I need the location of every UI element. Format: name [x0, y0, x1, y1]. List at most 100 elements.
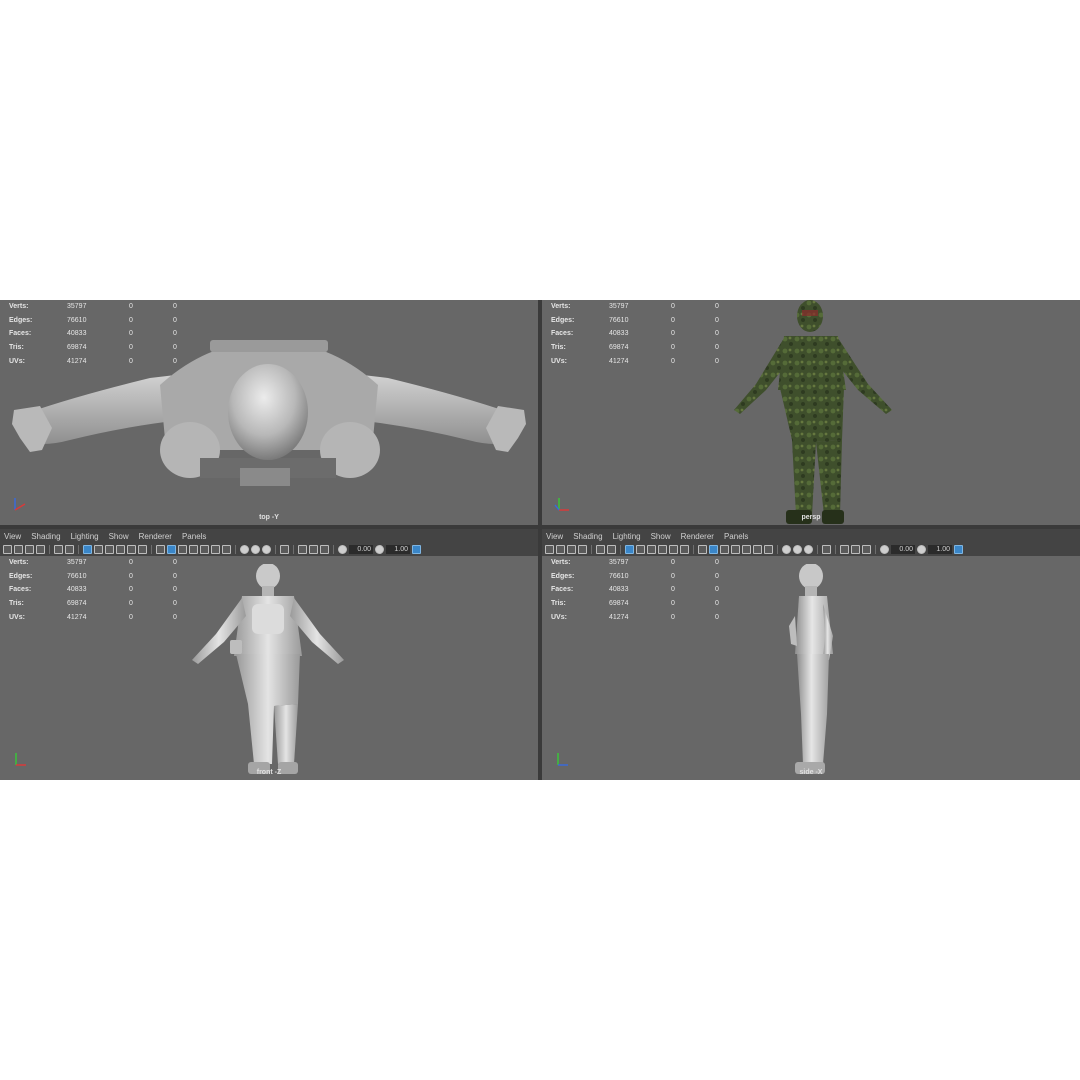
round-icon[interactable]	[917, 545, 926, 554]
shade-icon[interactable]	[94, 545, 103, 554]
shade-icon[interactable]	[647, 545, 656, 554]
round-icon[interactable]	[793, 545, 802, 554]
light-icon[interactable]	[189, 545, 198, 554]
bookmark-icon[interactable]	[36, 545, 45, 554]
toolbar-separator	[591, 545, 592, 554]
stat-row: Verts: 35797 0 0	[9, 300, 193, 314]
round-icon[interactable]	[375, 545, 384, 554]
display-icon[interactable]	[954, 545, 963, 554]
stat-label: Verts:	[9, 559, 29, 567]
heads-up-poly-count: Verts: 35797 0 0 Edges: 76610 0 0 Faces: 40833 0 0 T…	[551, 300, 735, 368]
icon-icon[interactable]	[298, 545, 307, 554]
soldier-model-top-view	[12, 340, 526, 486]
snap-icon[interactable]	[280, 545, 289, 554]
icon-icon[interactable]	[309, 545, 318, 554]
camera-icon[interactable]	[567, 545, 576, 554]
menu-item[interactable]: Show	[109, 532, 129, 541]
menu-item[interactable]: Lighting	[613, 532, 641, 541]
xray-icon[interactable]	[138, 545, 147, 554]
shade-icon[interactable]	[636, 545, 645, 554]
camera-icon[interactable]	[14, 545, 23, 554]
camera-icon[interactable]	[545, 545, 554, 554]
menu-item[interactable]: Lighting	[71, 532, 99, 541]
round-icon[interactable]	[782, 545, 791, 554]
menu-item[interactable]: Panels	[182, 532, 206, 541]
stat-selected: 0	[671, 586, 675, 594]
grid-icon[interactable]	[65, 545, 74, 554]
round-icon[interactable]	[251, 545, 260, 554]
stat-row: Tris: 69874 0 0	[9, 597, 193, 611]
light-icon[interactable]	[200, 545, 209, 554]
xray-icon[interactable]	[127, 545, 136, 554]
bookmark-icon[interactable]	[578, 545, 587, 554]
viewport-front[interactable]: View Shading Lighting Show Renderer Panels 0.…	[0, 529, 538, 780]
viewport-side[interactable]: View Shading Lighting Show Renderer Panels 0.…	[542, 529, 1080, 780]
cube-icon[interactable]	[156, 545, 165, 554]
light-icon[interactable]	[222, 545, 231, 554]
menu-item[interactable]: View	[4, 532, 21, 541]
stat-row: Verts: 35797 0 0	[9, 556, 193, 570]
menu-item[interactable]: Shading	[573, 532, 602, 541]
stat-value: 35797	[67, 303, 87, 311]
cube-icon[interactable]	[167, 545, 176, 554]
stat-label: Edges:	[9, 572, 33, 580]
xray-icon[interactable]	[680, 545, 689, 554]
icon-icon[interactable]	[862, 545, 871, 554]
exposure-field[interactable]: 0.00	[349, 545, 373, 554]
axis-gizmo-icon	[554, 498, 569, 511]
exposure-field[interactable]: 0.00	[891, 545, 915, 554]
stat-selected: 0	[129, 330, 133, 338]
camera-icon[interactable]	[25, 545, 34, 554]
round-icon[interactable]	[804, 545, 813, 554]
light-icon[interactable]	[731, 545, 740, 554]
stat-value: 76610	[609, 572, 629, 580]
menu-item[interactable]: Renderer	[681, 532, 714, 541]
stat-label: Faces:	[551, 586, 574, 594]
round-icon[interactable]	[240, 545, 249, 554]
light-icon[interactable]	[720, 545, 729, 554]
display-icon[interactable]	[412, 545, 421, 554]
icon-icon[interactable]	[320, 545, 329, 554]
camera-icon[interactable]	[556, 545, 565, 554]
stat-row: Faces: 40833 0 0	[551, 327, 735, 341]
round-icon[interactable]	[262, 545, 271, 554]
round-icon[interactable]	[880, 545, 889, 554]
stat-value: 40833	[609, 586, 629, 594]
wireframe-icon[interactable]	[625, 545, 634, 554]
viewport-persp[interactable]: Verts: 35797 0 0 Edges: 76610 0 0 Faces: 40833 0 0 T…	[542, 300, 1080, 525]
grid-icon[interactable]	[607, 545, 616, 554]
cube-icon[interactable]	[698, 545, 707, 554]
light-icon[interactable]	[742, 545, 751, 554]
grid-select-icon[interactable]	[596, 545, 605, 554]
stat-row: Faces: 40833 0 0	[9, 327, 193, 341]
menu-item[interactable]: Panels	[724, 532, 748, 541]
menu-item[interactable]: Renderer	[139, 532, 172, 541]
gamma-field[interactable]: 1.00	[386, 545, 410, 554]
stat-row: Tris: 69874 0 0	[551, 597, 735, 611]
shade-icon[interactable]	[116, 545, 125, 554]
menu-item[interactable]: Shading	[31, 532, 60, 541]
gamma-field[interactable]: 1.00	[928, 545, 952, 554]
light-icon[interactable]	[178, 545, 187, 554]
shade-icon[interactable]	[658, 545, 667, 554]
menu-item[interactable]: View	[546, 532, 563, 541]
icon-icon[interactable]	[840, 545, 849, 554]
viewport-top[interactable]: Verts: 35797 0 0 Edges: 76610 0 0 Faces: 40833 0 0 T…	[0, 300, 538, 525]
light-icon[interactable]	[211, 545, 220, 554]
cube-icon[interactable]	[709, 545, 718, 554]
stat-row: Tris: 69874 0 0	[551, 341, 735, 355]
snap-icon[interactable]	[822, 545, 831, 554]
stat-label: UVs:	[551, 613, 567, 621]
light-icon[interactable]	[764, 545, 773, 554]
menu-item[interactable]: Show	[651, 532, 671, 541]
toolbar-separator	[817, 545, 818, 554]
shade-icon[interactable]	[105, 545, 114, 554]
wireframe-icon[interactable]	[83, 545, 92, 554]
stat-uv: 0	[715, 586, 719, 594]
icon-icon[interactable]	[851, 545, 860, 554]
round-icon[interactable]	[338, 545, 347, 554]
grid-select-icon[interactable]	[54, 545, 63, 554]
xray-icon[interactable]	[669, 545, 678, 554]
camera-icon[interactable]	[3, 545, 12, 554]
light-icon[interactable]	[753, 545, 762, 554]
